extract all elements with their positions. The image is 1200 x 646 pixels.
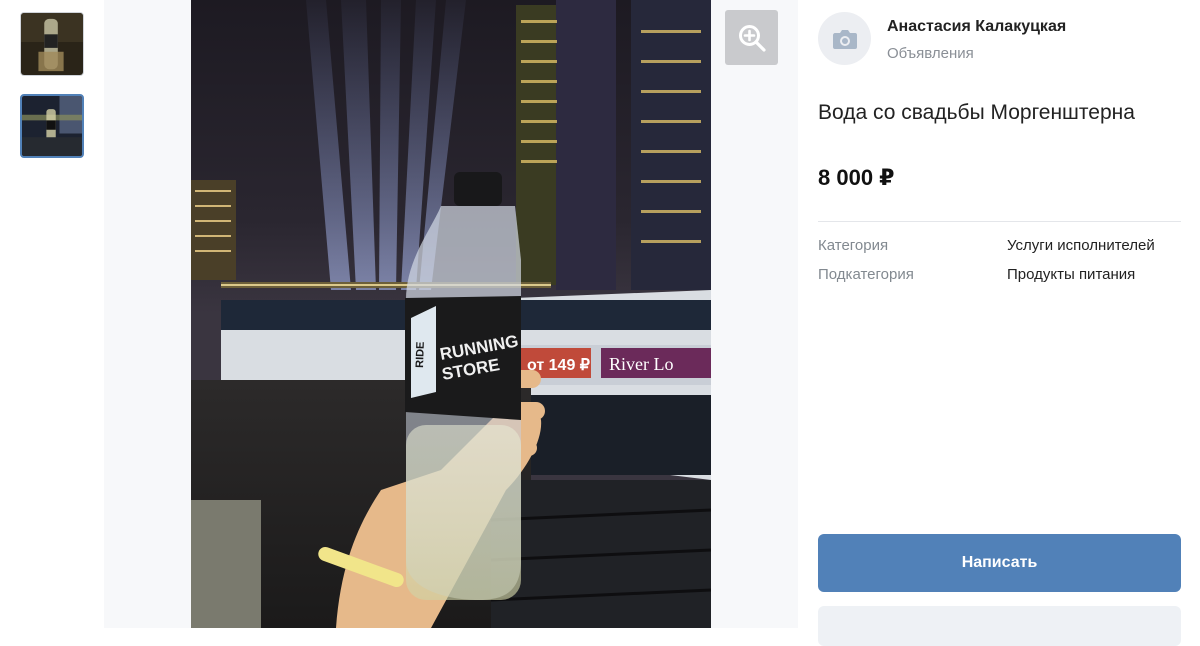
property-row-category: Категория Услуги исполнителей — [818, 237, 1155, 255]
bottle-label-side: RIDE — [414, 341, 427, 368]
thumbnail-1[interactable] — [20, 12, 84, 76]
boat-sign-text: River Lo — [609, 354, 674, 374]
seller-name[interactable]: Анастасия Калакуцкая — [887, 17, 1066, 36]
camera-icon — [832, 29, 857, 49]
thumbnail-strip — [0, 0, 104, 628]
avatar[interactable] — [818, 12, 871, 65]
divider — [818, 221, 1181, 222]
listing-info-panel: Анастасия Калакуцкая Объявления Вода со … — [798, 0, 1200, 646]
listing-price: 8 000 ₽ — [818, 165, 895, 190]
listing-title: Вода со свадьбы Моргенштерна — [818, 101, 1135, 124]
property-value: Услуги исполнителей — [1007, 237, 1155, 254]
write-message-button[interactable]: Написать — [818, 534, 1181, 592]
seller-block[interactable]: Анастасия Калакуцкая Объявления — [818, 12, 1066, 65]
property-row-subcategory: Подкатегория Продукты питания — [818, 266, 1135, 284]
property-key: Категория — [818, 237, 889, 254]
thumbnail-2-selected[interactable] — [20, 94, 84, 158]
listing-photo[interactable]: от 149 ₽ River Lo RIDE RUNNING STORE — [191, 0, 711, 628]
property-key: Подкатегория — [818, 266, 914, 283]
zoom-button[interactable] — [725, 10, 778, 65]
seller-subtitle[interactable]: Объявления — [887, 45, 1066, 62]
photo-viewer: от 149 ₽ River Lo RIDE RUNNING STORE — [104, 0, 798, 628]
property-value: Продукты питания — [1007, 266, 1136, 283]
secondary-action-button[interactable] — [818, 606, 1181, 646]
zoom-in-icon — [738, 24, 766, 52]
